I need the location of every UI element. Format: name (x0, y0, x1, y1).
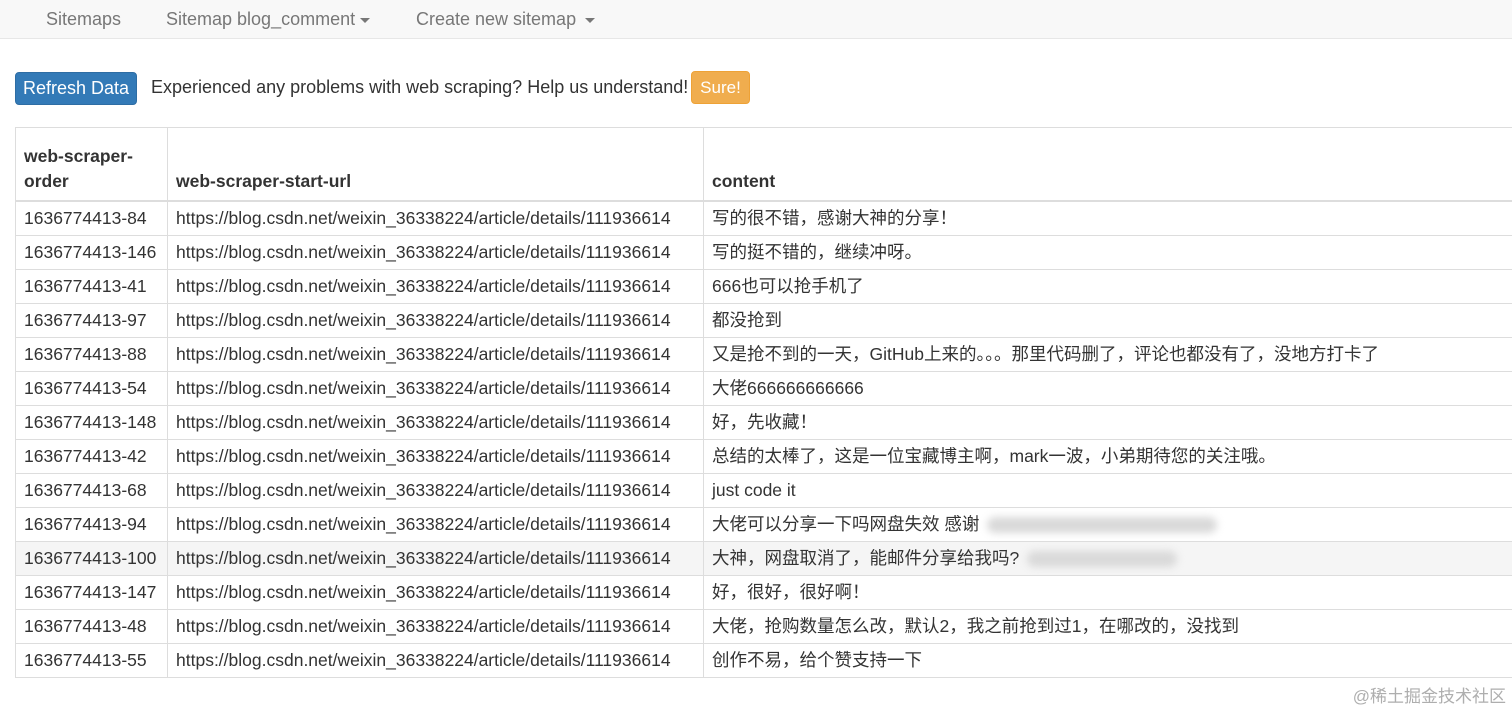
cell-content: 都没抢到 (703, 303, 1512, 338)
cell-content: 总结的太棒了，这是一位宝藏博主啊，mark一波，小弟期待您的关注哦。 (703, 439, 1512, 474)
top-navbar: Sitemaps Sitemap blog_comment Create new… (0, 0, 1512, 39)
cell-start-url: https://blog.csdn.net/weixin_36338224/ar… (167, 269, 704, 304)
feedback-prompt: Experienced any problems with web scrapi… (151, 77, 689, 97)
cell-content: 大佬666666666666 (703, 371, 1512, 406)
cell-start-url: https://blog.csdn.net/weixin_36338224/ar… (167, 541, 704, 576)
cell-content-text: 创作不易，给个赞支持一下 (712, 650, 922, 670)
data-table: web-scraper-order web-scraper-start-url … (15, 127, 1512, 678)
table-row: 1636774413-146 https://blog.csdn.net/weix… (15, 235, 1512, 270)
cell-content-text: 好，先收藏！ (712, 412, 817, 432)
toolbar: Refresh Data Experienced any problems wi… (15, 71, 1495, 105)
cell-order: 1636774413-42 (15, 439, 168, 474)
table-row: 1636774413-68 https://blog.csdn.net/weixi… (15, 473, 1512, 508)
table-row: 1636774413-42 https://blog.csdn.net/weixi… (15, 439, 1512, 474)
cell-start-url: https://blog.csdn.net/weixin_36338224/ar… (167, 235, 704, 270)
column-header-start-url[interactable]: web-scraper-start-url (167, 127, 704, 202)
cell-content-text: 大佬可以分享一下吗网盘失效 感谢 (712, 514, 980, 534)
cell-content-text: 大神，网盘取消了，能邮件分享给我吗? (712, 548, 1020, 568)
cell-start-url: https://blog.csdn.net/weixin_36338224/ar… (167, 473, 704, 508)
cell-content-text: 又是抢不到的一天，GitHub上来的。。。那里代码删了，评论也都没有了，没地方打… (712, 344, 1379, 364)
watermark: @稀土掘金技术社区 (1352, 687, 1506, 706)
chevron-down-icon (360, 17, 371, 23)
sure-button[interactable]: Sure! (691, 71, 750, 104)
table-row: 1636774413-94 https://blog.csdn.net/weixi… (15, 507, 1512, 542)
cell-start-url: https://blog.csdn.net/weixin_36338224/ar… (167, 200, 704, 236)
table-row: 1636774413-148 https://blog.csdn.net/weix… (15, 405, 1512, 440)
cell-order: 1636774413-94 (15, 507, 168, 542)
cell-order: 1636774413-100 (15, 541, 168, 576)
cell-content-text: 都没抢到 (712, 310, 782, 330)
table-row: 1636774413-97 https://blog.csdn.net/weixi… (15, 303, 1512, 338)
cell-content: 创作不易，给个赞支持一下 (703, 643, 1512, 678)
table-row: 1636774413-88 https://blog.csdn.net/weixi… (15, 337, 1512, 372)
cell-content-text: 总结的太棒了，这是一位宝藏博主啊，mark一波，小弟期待您的关注哦。 (712, 446, 1276, 466)
table-row: 1636774413-147 https://blog.csdn.net/weix… (15, 575, 1512, 610)
cell-content: 写的很不错，感谢大神的分享！ (703, 200, 1512, 236)
nav-create-sitemap-label: Create new sitemap (416, 9, 577, 29)
table-row: 1636774413-41 https://blog.csdn.net/weixi… (15, 269, 1512, 304)
cell-content: just code it (703, 473, 1512, 508)
cell-content-text: 大佬666666666666 (712, 378, 864, 398)
cell-order: 1636774413-41 (15, 269, 168, 304)
nav-create-sitemap-dropdown[interactable]: Create new sitemap (416, 0, 596, 39)
table-row: 1636774413-55 https://blog.csdn.net/weixi… (15, 643, 1512, 678)
cell-content-text: 好，很好，很好啊！ (712, 582, 870, 602)
cell-start-url: https://blog.csdn.net/weixin_36338224/ar… (167, 575, 704, 610)
column-header-order[interactable]: web-scraper-order (15, 127, 168, 202)
cell-content: 666也可以抢手机了 (703, 269, 1512, 304)
nav-sitemaps-link[interactable]: Sitemaps (46, 0, 121, 39)
cell-order: 1636774413-54 (15, 371, 168, 406)
cell-start-url: https://blog.csdn.net/weixin_36338224/ar… (167, 507, 704, 542)
redacted-email-blur (1027, 551, 1178, 568)
cell-order: 1636774413-55 (15, 643, 168, 678)
nav-sitemap-dropdown-label: Sitemap blog_comment (166, 9, 356, 29)
cell-order: 1636774413-146 (15, 235, 168, 270)
refresh-data-button[interactable]: Refresh Data (15, 72, 137, 105)
cell-start-url: https://blog.csdn.net/weixin_36338224/ar… (167, 371, 704, 406)
cell-order: 1636774413-48 (15, 609, 168, 644)
cell-content-text: 写的很不错，感谢大神的分享！ (712, 208, 957, 228)
cell-start-url: https://blog.csdn.net/weixin_36338224/ar… (167, 303, 704, 338)
cell-order: 1636774413-68 (15, 473, 168, 508)
table-row: 1636774413-84 https://blog.csdn.net/weixi… (15, 200, 1512, 236)
cell-content: 大佬可以分享一下吗网盘失效 感谢 (703, 507, 1512, 542)
cell-content: 又是抢不到的一天，GitHub上来的。。。那里代码删了，评论也都没有了，没地方打… (703, 337, 1512, 372)
cell-content: 大神，网盘取消了，能邮件分享给我吗? (703, 541, 1512, 576)
cell-start-url: https://blog.csdn.net/weixin_36338224/ar… (167, 337, 704, 372)
redacted-email-blur (987, 517, 1218, 534)
table-header-row: web-scraper-order web-scraper-start-url … (15, 127, 1512, 202)
cell-order: 1636774413-147 (15, 575, 168, 610)
cell-content-text: 大佬，抢购数量怎么改，默认2，我之前抢到过1，在哪改的，没找到 (712, 616, 1239, 636)
cell-content: 好，先收藏！ (703, 405, 1512, 440)
nav-sitemap-dropdown[interactable]: Sitemap blog_comment (166, 0, 371, 39)
cell-order: 1636774413-97 (15, 303, 168, 338)
cell-order: 1636774413-148 (15, 405, 168, 440)
table-row: 1636774413-48 https://blog.csdn.net/weixi… (15, 609, 1512, 644)
cell-start-url: https://blog.csdn.net/weixin_36338224/ar… (167, 439, 704, 474)
cell-content-text: 666也可以抢手机了 (712, 276, 864, 296)
cell-content: 好，很好，很好啊！ (703, 575, 1512, 610)
cell-content-text: 写的挺不错的，继续冲呀。 (712, 242, 922, 262)
column-header-content[interactable]: content (703, 127, 1512, 202)
cell-start-url: https://blog.csdn.net/weixin_36338224/ar… (167, 405, 704, 440)
cell-content: 写的挺不错的，继续冲呀。 (703, 235, 1512, 270)
cell-content-text: just code it (712, 480, 796, 500)
chevron-down-icon (585, 17, 596, 23)
table-row: 1636774413-54 https://blog.csdn.net/weixi… (15, 371, 1512, 406)
table-body: 1636774413-84 https://blog.csdn.net/weixi… (15, 200, 1512, 678)
cell-start-url: https://blog.csdn.net/weixin_36338224/ar… (167, 609, 704, 644)
table-row: 1636774413-100 https://blog.csdn.net/weix… (15, 541, 1512, 576)
cell-start-url: https://blog.csdn.net/weixin_36338224/ar… (167, 643, 704, 678)
cell-content: 大佬，抢购数量怎么改，默认2，我之前抢到过1，在哪改的，没找到 (703, 609, 1512, 644)
cell-order: 1636774413-84 (15, 200, 168, 236)
cell-order: 1636774413-88 (15, 337, 168, 372)
